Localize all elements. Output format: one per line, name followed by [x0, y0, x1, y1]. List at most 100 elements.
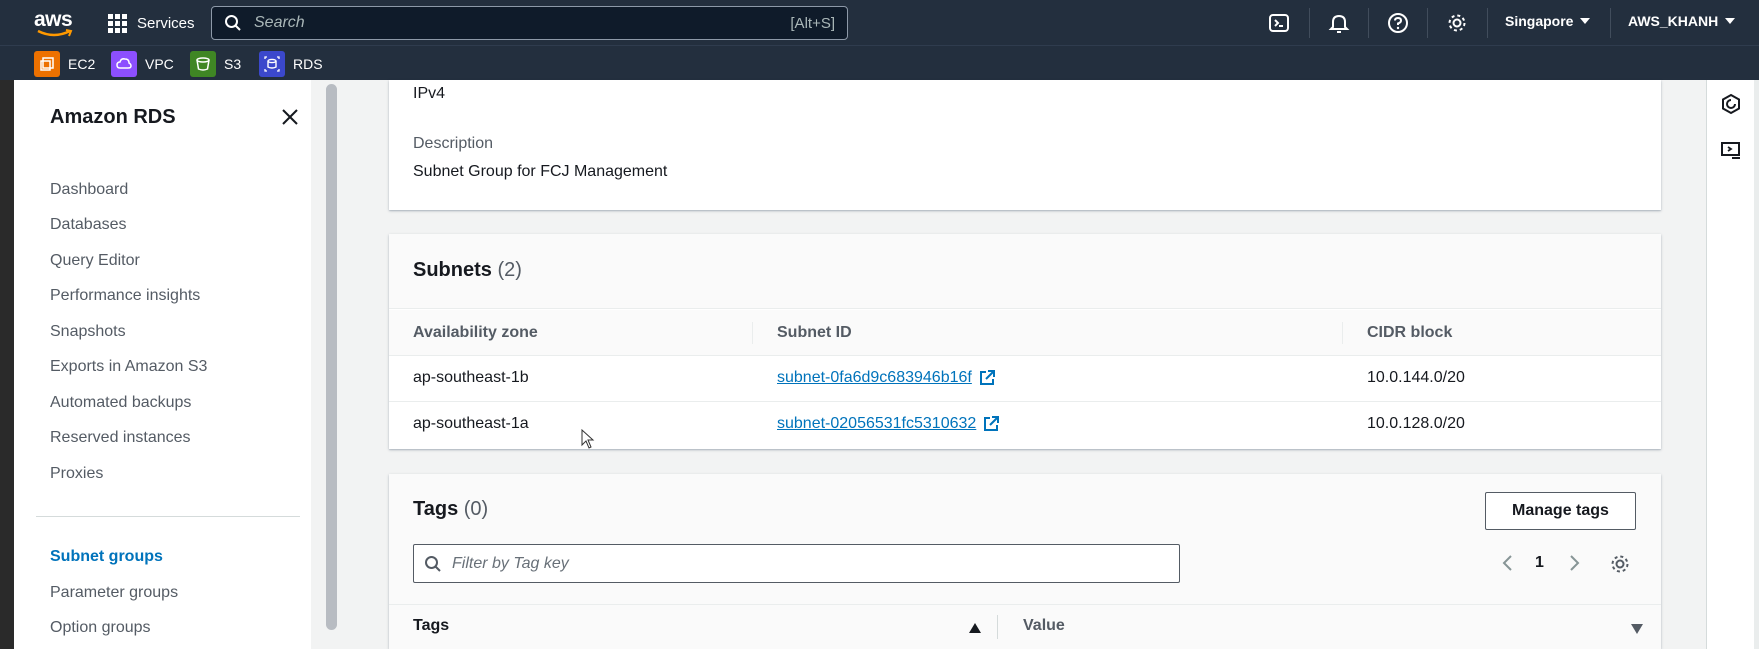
subnet-id-text: subnet-02056531fc5310632: [777, 415, 977, 432]
right-utility-panel: [1706, 80, 1754, 649]
az-cell: ap-southeast-1b: [413, 369, 529, 386]
search-icon: [225, 15, 241, 31]
favorite-vpc[interactable]: VPC: [111, 51, 174, 77]
apps-grid-icon: [108, 13, 127, 33]
sidebar-item-proxies[interactable]: Proxies: [50, 465, 103, 483]
favorites-bar: EC2 VPC S3 RDS: [0, 45, 1759, 80]
description-label: Description: [413, 135, 494, 152]
sidebar-item-parameter-groups[interactable]: Parameter groups: [50, 584, 178, 602]
account-menu[interactable]: AWS_KHANH: [1628, 13, 1736, 29]
subnets-title: Subnets (2): [413, 259, 522, 282]
search-shortcut: [Alt+S]: [790, 14, 835, 32]
sidenav-scrollbar-thumb[interactable]: [326, 84, 337, 630]
tags-count: (0): [463, 498, 489, 520]
side-navigation: Amazon RDS Dashboard Databases Query Edi…: [14, 80, 325, 649]
caret-down-icon: [1725, 18, 1736, 24]
sort-descending-icon[interactable]: [1631, 624, 1643, 634]
filter-placeholder: Filter by Tag key: [452, 554, 569, 572]
favorite-label: VPC: [145, 56, 174, 72]
manage-tags-button[interactable]: Manage tags: [1485, 492, 1636, 530]
nav-divider: [1610, 8, 1611, 38]
top-navigation-bar: aws Services Search [Alt+S] Singapore AW…: [0, 0, 1759, 45]
nav-divider: [1309, 8, 1310, 38]
network-type-value: IPv4: [413, 85, 446, 102]
sidebar-item-subnet-groups[interactable]: Subnet groups: [50, 548, 163, 566]
column-header-subnet-id[interactable]: Subnet ID: [777, 324, 852, 342]
settings-icon[interactable]: [1446, 12, 1468, 34]
table-row: ap-southeast-1a subnet-02056531fc5310632…: [389, 402, 1661, 448]
favorite-label: S3: [224, 56, 242, 72]
services-menu-button[interactable]: Services: [108, 12, 195, 34]
favorite-rds[interactable]: RDS: [259, 51, 323, 77]
sidebar-item-query-editor[interactable]: Query Editor: [50, 252, 140, 270]
sidebar-item-option-groups[interactable]: Option groups: [50, 619, 151, 637]
tutorial-panel-icon[interactable]: [1720, 140, 1742, 162]
caret-down-icon: [1580, 18, 1591, 24]
cidr-cell: 10.0.128.0/20: [1367, 415, 1465, 432]
subnet-id-link[interactable]: subnet-0fa6d9c683946b16f: [777, 369, 996, 387]
favorite-label: RDS: [293, 56, 323, 72]
page-number-button[interactable]: 1: [1535, 554, 1544, 572]
mouse-cursor-icon: [581, 429, 595, 449]
services-label: Services: [137, 14, 195, 32]
cloudshell-icon[interactable]: [1268, 12, 1290, 34]
vpc-icon: [111, 51, 137, 77]
favorite-label: EC2: [68, 56, 96, 72]
search-icon: [425, 555, 441, 572]
column-divider: [1342, 322, 1343, 344]
external-link-icon: [984, 416, 1000, 431]
sidebar-item-automated-backups[interactable]: Automated backups: [50, 394, 191, 412]
sidebar-divider: [36, 516, 300, 517]
close-icon[interactable]: [279, 106, 301, 128]
rds-icon: [259, 51, 285, 77]
table-row: ap-southeast-1b subnet-0fa6d9c683946b16f…: [389, 356, 1661, 402]
column-header-tags[interactable]: Tags: [413, 617, 449, 635]
sidebar-item-exports-s3[interactable]: Exports in Amazon S3: [50, 358, 207, 376]
help-icon[interactable]: [1387, 12, 1409, 34]
account-label: AWS_KHANH: [1628, 13, 1719, 29]
favorite-s3[interactable]: S3: [190, 51, 241, 77]
subnet-id-link[interactable]: subnet-02056531fc5310632: [777, 415, 1000, 433]
tags-title: Tags (0): [413, 498, 488, 521]
subnets-container: Subnets (2) Availability zone Subnet ID …: [389, 234, 1661, 449]
sidebar-item-databases[interactable]: Databases: [50, 216, 127, 234]
az-cell: ap-southeast-1a: [413, 415, 529, 432]
tags-header: Tags (0) Manage tags Filter by Tag key 1: [389, 474, 1661, 604]
right-edge: [1754, 80, 1759, 649]
aws-smile-icon: [37, 29, 73, 37]
sidebar-item-performance-insights[interactable]: Performance insights: [50, 287, 200, 305]
description-value: Subnet Group for FCJ Management: [413, 163, 668, 180]
nav-divider: [1368, 8, 1369, 38]
s3-icon: [190, 51, 216, 77]
subnets-table-header: Availability zone Subnet ID CIDR block: [389, 310, 1661, 356]
sidebar-item-dashboard[interactable]: Dashboard: [50, 181, 128, 199]
subnets-count: (2): [497, 259, 522, 281]
aws-logo[interactable]: aws: [34, 8, 74, 38]
sort-ascending-icon[interactable]: [969, 623, 981, 633]
cidr-cell: 10.0.144.0/20: [1367, 369, 1465, 386]
tags-table-header: Tags Value: [389, 604, 1661, 649]
nav-divider: [1487, 8, 1488, 38]
chevron-left-icon[interactable]: [1501, 554, 1515, 572]
left-edge: [0, 80, 14, 649]
column-header-cidr-block[interactable]: CIDR block: [1367, 324, 1452, 342]
subnets-title-text: Subnets: [413, 259, 492, 281]
info-panel-icon[interactable]: [1720, 93, 1742, 115]
column-header-value[interactable]: Value: [1023, 617, 1065, 635]
gear-icon[interactable]: [1609, 553, 1631, 575]
favorite-ec2[interactable]: EC2: [34, 51, 95, 77]
chevron-right-icon[interactable]: [1567, 554, 1581, 572]
nav-divider: [1427, 8, 1428, 38]
column-header-availability-zone[interactable]: Availability zone: [413, 324, 538, 342]
region-selector[interactable]: Singapore: [1505, 13, 1591, 29]
sidenav-title: Amazon RDS: [50, 106, 176, 128]
search-input[interactable]: Search [Alt+S]: [211, 6, 848, 40]
external-link-icon: [979, 370, 995, 385]
ec2-icon: [34, 51, 60, 77]
sidebar-item-reserved-instances[interactable]: Reserved instances: [50, 429, 191, 447]
sidebar-item-snapshots[interactable]: Snapshots: [50, 323, 126, 341]
tags-title-text: Tags: [413, 498, 459, 520]
bell-icon[interactable]: [1328, 12, 1350, 34]
region-label: Singapore: [1505, 13, 1574, 29]
tag-filter-input[interactable]: Filter by Tag key: [413, 544, 1180, 583]
